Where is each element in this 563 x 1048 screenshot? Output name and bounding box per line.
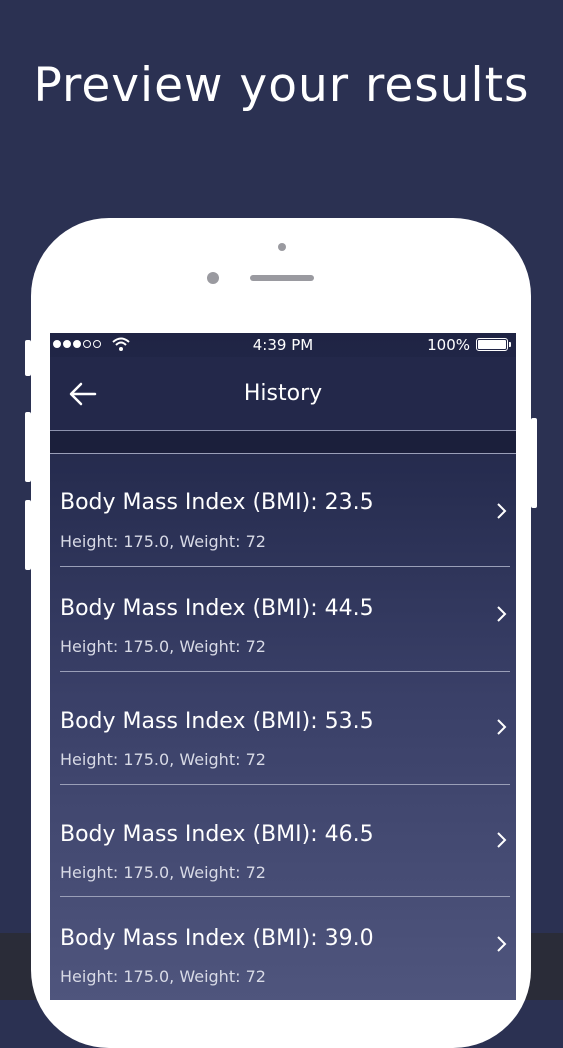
bmi-details: Height: 175.0, Weight: 72 bbox=[60, 637, 266, 656]
chevron-right-icon bbox=[497, 936, 507, 952]
bmi-details: Height: 175.0, Weight: 72 bbox=[60, 967, 266, 986]
bmi-title: Body Mass Index (BMI): 53.5 bbox=[60, 709, 374, 734]
history-row[interactable]: Body Mass Index (BMI): 23.5 Height: 175.… bbox=[50, 454, 516, 567]
bmi-title: Body Mass Index (BMI): 46.5 bbox=[60, 822, 374, 847]
bmi-title: Body Mass Index (BMI): 44.5 bbox=[60, 596, 374, 621]
chevron-right-icon bbox=[497, 606, 507, 622]
history-list: Body Mass Index (BMI): 23.5 Height: 175.… bbox=[50, 454, 516, 1000]
bmi-details: Height: 175.0, Weight: 72 bbox=[60, 532, 266, 551]
bmi-details: Height: 175.0, Weight: 72 bbox=[60, 750, 266, 769]
bmi-title: Body Mass Index (BMI): 23.5 bbox=[60, 490, 374, 515]
promo-headline: Preview your results bbox=[33, 58, 530, 113]
page-title: History bbox=[243, 381, 323, 406]
bmi-details: Height: 175.0, Weight: 72 bbox=[60, 863, 266, 882]
phone-power-button bbox=[531, 418, 537, 508]
history-row[interactable]: Body Mass Index (BMI): 46.5 Height: 175.… bbox=[50, 785, 516, 897]
phone-speaker bbox=[250, 275, 314, 281]
history-row[interactable]: Body Mass Index (BMI): 44.5 Height: 175.… bbox=[50, 567, 516, 672]
header-strip bbox=[50, 431, 516, 454]
phone-camera bbox=[207, 272, 219, 284]
chevron-right-icon bbox=[497, 832, 507, 848]
history-row[interactable]: Body Mass Index (BMI): 39.0 Height: 175.… bbox=[50, 897, 516, 1000]
battery-icon bbox=[476, 338, 511, 351]
chevron-right-icon bbox=[497, 719, 507, 735]
bmi-title: Body Mass Index (BMI): 39.0 bbox=[60, 926, 374, 951]
phone-screen: 4:39 PM 100% History Body Mass Index (BM… bbox=[50, 333, 516, 1000]
phone-sensor bbox=[278, 243, 286, 251]
battery-percentage: 100% bbox=[427, 336, 470, 354]
navigation-bar: History bbox=[50, 357, 516, 431]
history-row[interactable]: Body Mass Index (BMI): 53.5 Height: 175.… bbox=[50, 672, 516, 785]
status-bar: 4:39 PM 100% bbox=[50, 333, 516, 357]
chevron-right-icon bbox=[497, 503, 507, 519]
